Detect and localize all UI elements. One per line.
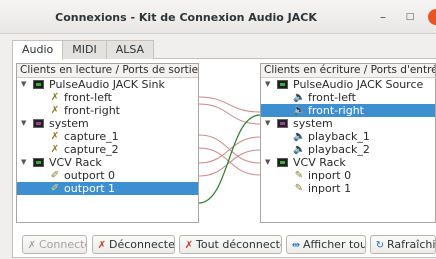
port-label: front-right — [308, 104, 364, 117]
expand-arrow-icon[interactable]: ▼ — [265, 117, 270, 130]
port-label: playback_1 — [308, 130, 370, 143]
port-row[interactable]: ✐ outport 0 — [17, 169, 198, 182]
client-label: PulseAudio JACK Sink — [49, 78, 165, 91]
system-icon — [33, 119, 44, 128]
disconnect-button[interactable]: ✗ Déconnecter — [92, 235, 175, 254]
connections-view[interactable] — [198, 63, 261, 223]
app-icon — [33, 80, 44, 89]
refresh-button-label: Rafraîchir — [387, 238, 436, 251]
minimize-button[interactable]: – — [375, 9, 391, 25]
client-row[interactable]: ▼ VCV Rack — [261, 156, 435, 169]
output-list-header[interactable]: Clients en lecture / Ports de sortie▼ — [17, 64, 198, 78]
port-row[interactable]: ✎ inport 1 — [261, 182, 435, 195]
disconnect-all-icon: ✗ — [184, 240, 194, 251]
output-list-header-label: Clients en lecture / Ports de sortie — [20, 64, 198, 76]
connection-line — [198, 149, 261, 177]
connect-button-label: Connecter — [39, 238, 86, 251]
client-row[interactable]: ▼ system — [261, 117, 435, 130]
show-all-button[interactable]: ⇹ Afficher tout — [286, 235, 366, 254]
client-label: VCV Rack — [49, 156, 102, 169]
port-label: inport 0 — [308, 169, 352, 182]
speaker-icon: 🔈 — [293, 144, 306, 155]
port-output-icon: ✐ — [50, 170, 60, 181]
port-row[interactable]: ✗ front-left — [17, 91, 198, 104]
refresh-button[interactable]: ↻ Rafraîchir — [370, 235, 436, 254]
port-row[interactable]: ✐ outport 1 — [17, 182, 198, 195]
active-connection-line — [198, 114, 261, 204]
expand-arrow-icon[interactable]: ▼ — [265, 78, 270, 91]
client-row[interactable]: ▼ PulseAudio JACK Source — [261, 78, 435, 91]
connect-button[interactable]: ✗Connecter — [22, 235, 87, 254]
port-output-icon: ✗ — [50, 92, 60, 103]
client-label: system — [293, 117, 333, 130]
tab-audio[interactable]: Audio — [12, 40, 64, 60]
title-bar[interactable]: Connexions - Kit de Connexion Audio JACK… — [0, 0, 436, 34]
speaker-icon: 🔈 — [293, 105, 306, 116]
port-row[interactable]: ✎ inport 0 — [261, 169, 435, 182]
input-ports-list[interactable]: Clients en écriture / Ports d'entrée▼ ▼ … — [260, 63, 436, 223]
connect-icon: ✗ — [27, 240, 37, 251]
client-label: VCV Rack — [293, 156, 346, 169]
app-icon — [277, 80, 288, 89]
expand-arrow-icon[interactable]: ▼ — [21, 78, 26, 91]
port-row[interactable]: ✗ capture_1 — [17, 130, 198, 143]
tab-bar: Audio MIDI ALSA — [12, 40, 155, 60]
input-list-header-label: Clients en écriture / Ports d'entrée — [264, 64, 435, 76]
window-title: Connexions - Kit de Connexion Audio JACK — [55, 11, 317, 24]
client-row[interactable]: ▼ VCV Rack — [17, 156, 198, 169]
port-label: playback_2 — [308, 143, 370, 156]
port-row[interactable]: ✗ front-right — [17, 104, 198, 117]
port-row[interactable]: 🔈 playback_1 — [261, 130, 435, 143]
connection-line — [198, 147, 261, 176]
port-label: inport 1 — [308, 182, 352, 195]
tab-midi[interactable]: MIDI — [62, 40, 107, 59]
expand-arrow-icon[interactable]: ▼ — [21, 156, 26, 169]
close-button[interactable] — [428, 9, 436, 25]
port-row[interactable]: 🔈 front-right — [261, 104, 435, 117]
expand-arrow-icon[interactable]: ▼ — [265, 156, 270, 169]
port-output-icon: ✗ — [50, 144, 60, 155]
maximize-button[interactable]: □ — [402, 9, 418, 25]
system-icon — [277, 119, 288, 128]
port-input-icon: ✎ — [294, 170, 304, 181]
connections-window: Connexions - Kit de Connexion Audio JACK… — [0, 0, 436, 259]
port-output-icon: ✗ — [50, 105, 60, 116]
show-all-button-label: Afficher tout — [303, 238, 366, 251]
disconnect-all-button[interactable]: ✗ Tout déconnecter — [179, 235, 282, 254]
port-row[interactable]: 🔈 front-left — [261, 91, 435, 104]
disconnect-button-label: Déconnecter — [109, 238, 175, 251]
port-output-icon: ✐ — [50, 183, 60, 194]
expand-arrow-icon[interactable]: ▼ — [21, 117, 26, 130]
expand-all-icon: ⇹ — [291, 240, 301, 251]
connection-line — [198, 103, 261, 125]
port-row[interactable]: 🔈 playback_2 — [261, 143, 435, 156]
app-icon — [33, 158, 44, 167]
port-label: front-left — [64, 91, 112, 104]
client-label: system — [49, 117, 89, 130]
port-row[interactable]: ✗ capture_2 — [17, 143, 198, 156]
port-label: outport 0 — [64, 169, 116, 182]
client-row[interactable]: ▼ PulseAudio JACK Sink — [17, 78, 198, 91]
port-label: capture_2 — [64, 143, 119, 156]
port-label: outport 1 — [64, 182, 116, 195]
port-label: front-left — [308, 91, 356, 104]
port-output-icon: ✗ — [50, 131, 60, 142]
disconnect-all-button-label: Tout déconnecter — [196, 238, 282, 251]
app-icon — [277, 158, 288, 167]
speaker-icon: 🔈 — [293, 92, 306, 103]
tab-alsa[interactable]: ALSA — [105, 40, 155, 59]
refresh-icon: ↻ — [375, 240, 385, 251]
connection-lines — [198, 96, 261, 204]
port-label: capture_1 — [64, 130, 119, 143]
port-input-icon: ✎ — [294, 183, 304, 194]
input-list-header[interactable]: Clients en écriture / Ports d'entrée▼ — [261, 64, 435, 78]
client-row[interactable]: ▼ system — [17, 117, 198, 130]
disconnect-icon: ✗ — [97, 240, 107, 251]
port-label: front-right — [64, 104, 120, 117]
output-ports-list[interactable]: Clients en lecture / Ports de sortie▼ ▼ … — [16, 63, 199, 223]
client-label: PulseAudio JACK Source — [293, 78, 424, 91]
speaker-icon: 🔈 — [293, 131, 306, 142]
